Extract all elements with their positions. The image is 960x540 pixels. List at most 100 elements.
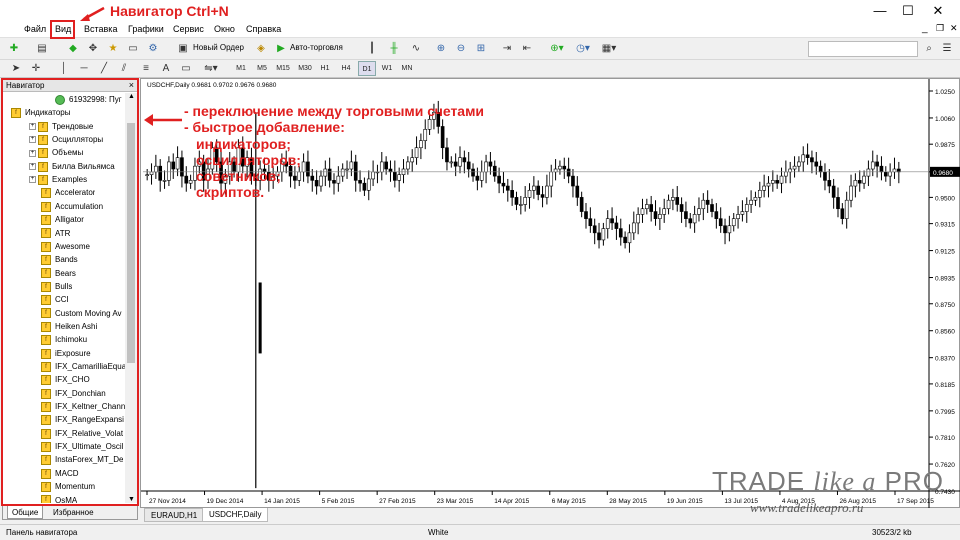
timeframe-w1[interactable]: W1: [378, 61, 396, 76]
fibo-icon[interactable]: ≡: [140, 61, 152, 77]
templates-icon[interactable]: ▦▾: [600, 41, 618, 57]
zoom-in-icon[interactable]: ⊕: [434, 41, 448, 57]
new-chart-icon[interactable]: ✚: [6, 41, 22, 57]
mdi-minimize-icon[interactable]: _: [922, 23, 928, 34]
navigator-scrollbar[interactable]: ▲ ▼: [125, 93, 137, 503]
tree-folder[interactable]: + f Examples: [29, 173, 87, 186]
tree-item[interactable]: f Ichimoku: [41, 333, 87, 346]
trendline-icon[interactable]: ╱: [98, 61, 110, 77]
tree-item[interactable]: f OsMA: [41, 494, 77, 503]
menu-charts[interactable]: Графики: [128, 24, 164, 34]
tree-item[interactable]: f Bands: [41, 253, 78, 266]
new-order-button[interactable]: Новый Ордер: [193, 43, 244, 52]
menu-insert[interactable]: Вставка: [84, 24, 117, 34]
expand-icon[interactable]: +: [29, 123, 36, 131]
tree-folder[interactable]: + f Осцилляторы: [29, 133, 103, 146]
tree-item[interactable]: f Awesome: [41, 240, 90, 253]
navigator-close-icon[interactable]: ×: [129, 79, 134, 92]
crosshair-icon[interactable]: ✛: [30, 61, 42, 77]
tab-favorites[interactable]: Избранное: [49, 506, 98, 519]
label-tool-icon[interactable]: ▭: [180, 61, 192, 77]
timeframe-m1[interactable]: M1: [232, 61, 250, 76]
search-icon[interactable]: ⌕: [922, 41, 936, 57]
navigator-icon[interactable]: ★: [106, 41, 120, 57]
shapes-tool-icon[interactable]: ⇋▾: [202, 61, 220, 77]
tree-item[interactable]: f IFX_CamarilliaEqua: [41, 360, 125, 373]
timeframe-h4[interactable]: H4: [337, 61, 355, 76]
tree-folder[interactable]: + f Объемы: [29, 146, 83, 159]
chart-tab-usdchf[interactable]: USDCHF,Daily: [202, 508, 269, 522]
autoscroll-icon[interactable]: ⇤: [520, 41, 534, 57]
market-watch-icon[interactable]: ◆: [66, 41, 80, 57]
tree-folder[interactable]: + f Билла Вильямса: [29, 160, 115, 173]
tab-common[interactable]: Общие: [7, 506, 44, 519]
tree-item[interactable]: f IFX_RangeExpansi: [41, 413, 124, 426]
tree-item[interactable]: f IFX_Ultimate_Oscil: [41, 440, 123, 453]
cursor-icon[interactable]: ➤: [10, 61, 22, 77]
metaeditor-icon[interactable]: ◈: [254, 41, 268, 57]
tree-item[interactable]: f Momentum: [41, 480, 95, 493]
tree-item[interactable]: f Alligator: [41, 213, 84, 226]
timeframe-d1[interactable]: D1: [358, 61, 376, 76]
scroll-down-icon[interactable]: ▼: [128, 496, 135, 503]
menu-tools[interactable]: Сервис: [173, 24, 204, 34]
timeframe-h1[interactable]: H1: [316, 61, 334, 76]
close-window-button[interactable]: ✕: [924, 2, 952, 20]
data-window-icon[interactable]: ✥: [86, 41, 100, 57]
timeframe-mn[interactable]: MN: [398, 61, 416, 76]
terminal-icon[interactable]: ▭: [126, 41, 140, 57]
chart-shift-icon[interactable]: ⇥: [500, 41, 514, 57]
zoom-out-icon[interactable]: ⊖: [454, 41, 468, 57]
search-input[interactable]: [808, 41, 918, 57]
tile-windows-icon[interactable]: ⊞: [474, 41, 488, 57]
tree-indicators[interactable]: f Индикаторы: [11, 106, 70, 119]
tree-account[interactable]: 61932998: Пуг: [55, 93, 122, 106]
vertical-line-icon[interactable]: │: [58, 61, 70, 77]
new-order-icon[interactable]: ▣: [176, 41, 190, 57]
periods-icon[interactable]: ◷▾: [574, 41, 592, 57]
menu-window[interactable]: Окно: [214, 24, 235, 34]
expand-icon[interactable]: +: [29, 163, 36, 171]
timeframe-m15[interactable]: M15: [274, 61, 292, 76]
tree-item[interactable]: f IFX_Keltner_Chann: [41, 400, 125, 413]
chart-tab-euraud[interactable]: EURAUD,H1: [144, 508, 205, 522]
menu-view[interactable]: Вид: [55, 24, 71, 34]
text-tool-icon[interactable]: A: [160, 61, 172, 77]
maximize-button[interactable]: ☐: [894, 2, 922, 20]
bar-chart-icon[interactable]: ┃: [365, 41, 379, 57]
tree-item[interactable]: f Accelerator: [41, 186, 95, 199]
tree-item[interactable]: f IFX_CHO: [41, 373, 90, 386]
channel-icon[interactable]: ⫽: [118, 61, 130, 77]
chat-icon[interactable]: ☰: [940, 41, 954, 57]
mdi-restore-icon[interactable]: ❐: [936, 23, 944, 34]
timeframe-m30[interactable]: M30: [296, 61, 314, 76]
tester-icon[interactable]: ⚙: [146, 41, 160, 57]
tree-item[interactable]: f iExposure: [41, 347, 91, 360]
tree-item[interactable]: f Heiken Ashi: [41, 320, 97, 333]
tree-item[interactable]: f Custom Moving Av: [41, 307, 122, 320]
line-chart-icon[interactable]: ∿: [409, 41, 423, 57]
minimize-button[interactable]: —: [866, 2, 894, 20]
timeframe-m5[interactable]: M5: [253, 61, 271, 76]
expand-icon[interactable]: +: [29, 136, 36, 144]
tree-item[interactable]: f Accumulation: [41, 200, 103, 213]
tree-item[interactable]: f Bulls: [41, 280, 72, 293]
auto-trading-icon[interactable]: ▶: [274, 41, 288, 57]
tree-item[interactable]: f IFX_Relative_Volat: [41, 427, 123, 440]
tree-item[interactable]: f MACD: [41, 467, 79, 480]
auto-trading-button[interactable]: Авто-торговля: [290, 43, 343, 52]
mdi-close-icon[interactable]: ✕: [950, 23, 958, 34]
profiles-icon[interactable]: ▤: [34, 41, 50, 57]
scroll-up-icon[interactable]: ▲: [128, 93, 135, 100]
horizontal-line-icon[interactable]: ─: [78, 61, 90, 77]
tree-item[interactable]: f InstaForex_MT_De: [41, 453, 123, 466]
tree-item[interactable]: f IFX_Donchian: [41, 387, 106, 400]
tree-folder[interactable]: + f Трендовые: [29, 120, 93, 133]
tree-item[interactable]: f Bears: [41, 267, 76, 280]
expand-icon[interactable]: +: [29, 149, 36, 157]
expand-icon[interactable]: +: [29, 176, 36, 184]
tree-item[interactable]: f ATR: [41, 227, 70, 240]
menu-help[interactable]: Справка: [246, 24, 281, 34]
menu-file[interactable]: Файл: [24, 24, 46, 34]
tree-item[interactable]: f CCI: [41, 293, 69, 306]
